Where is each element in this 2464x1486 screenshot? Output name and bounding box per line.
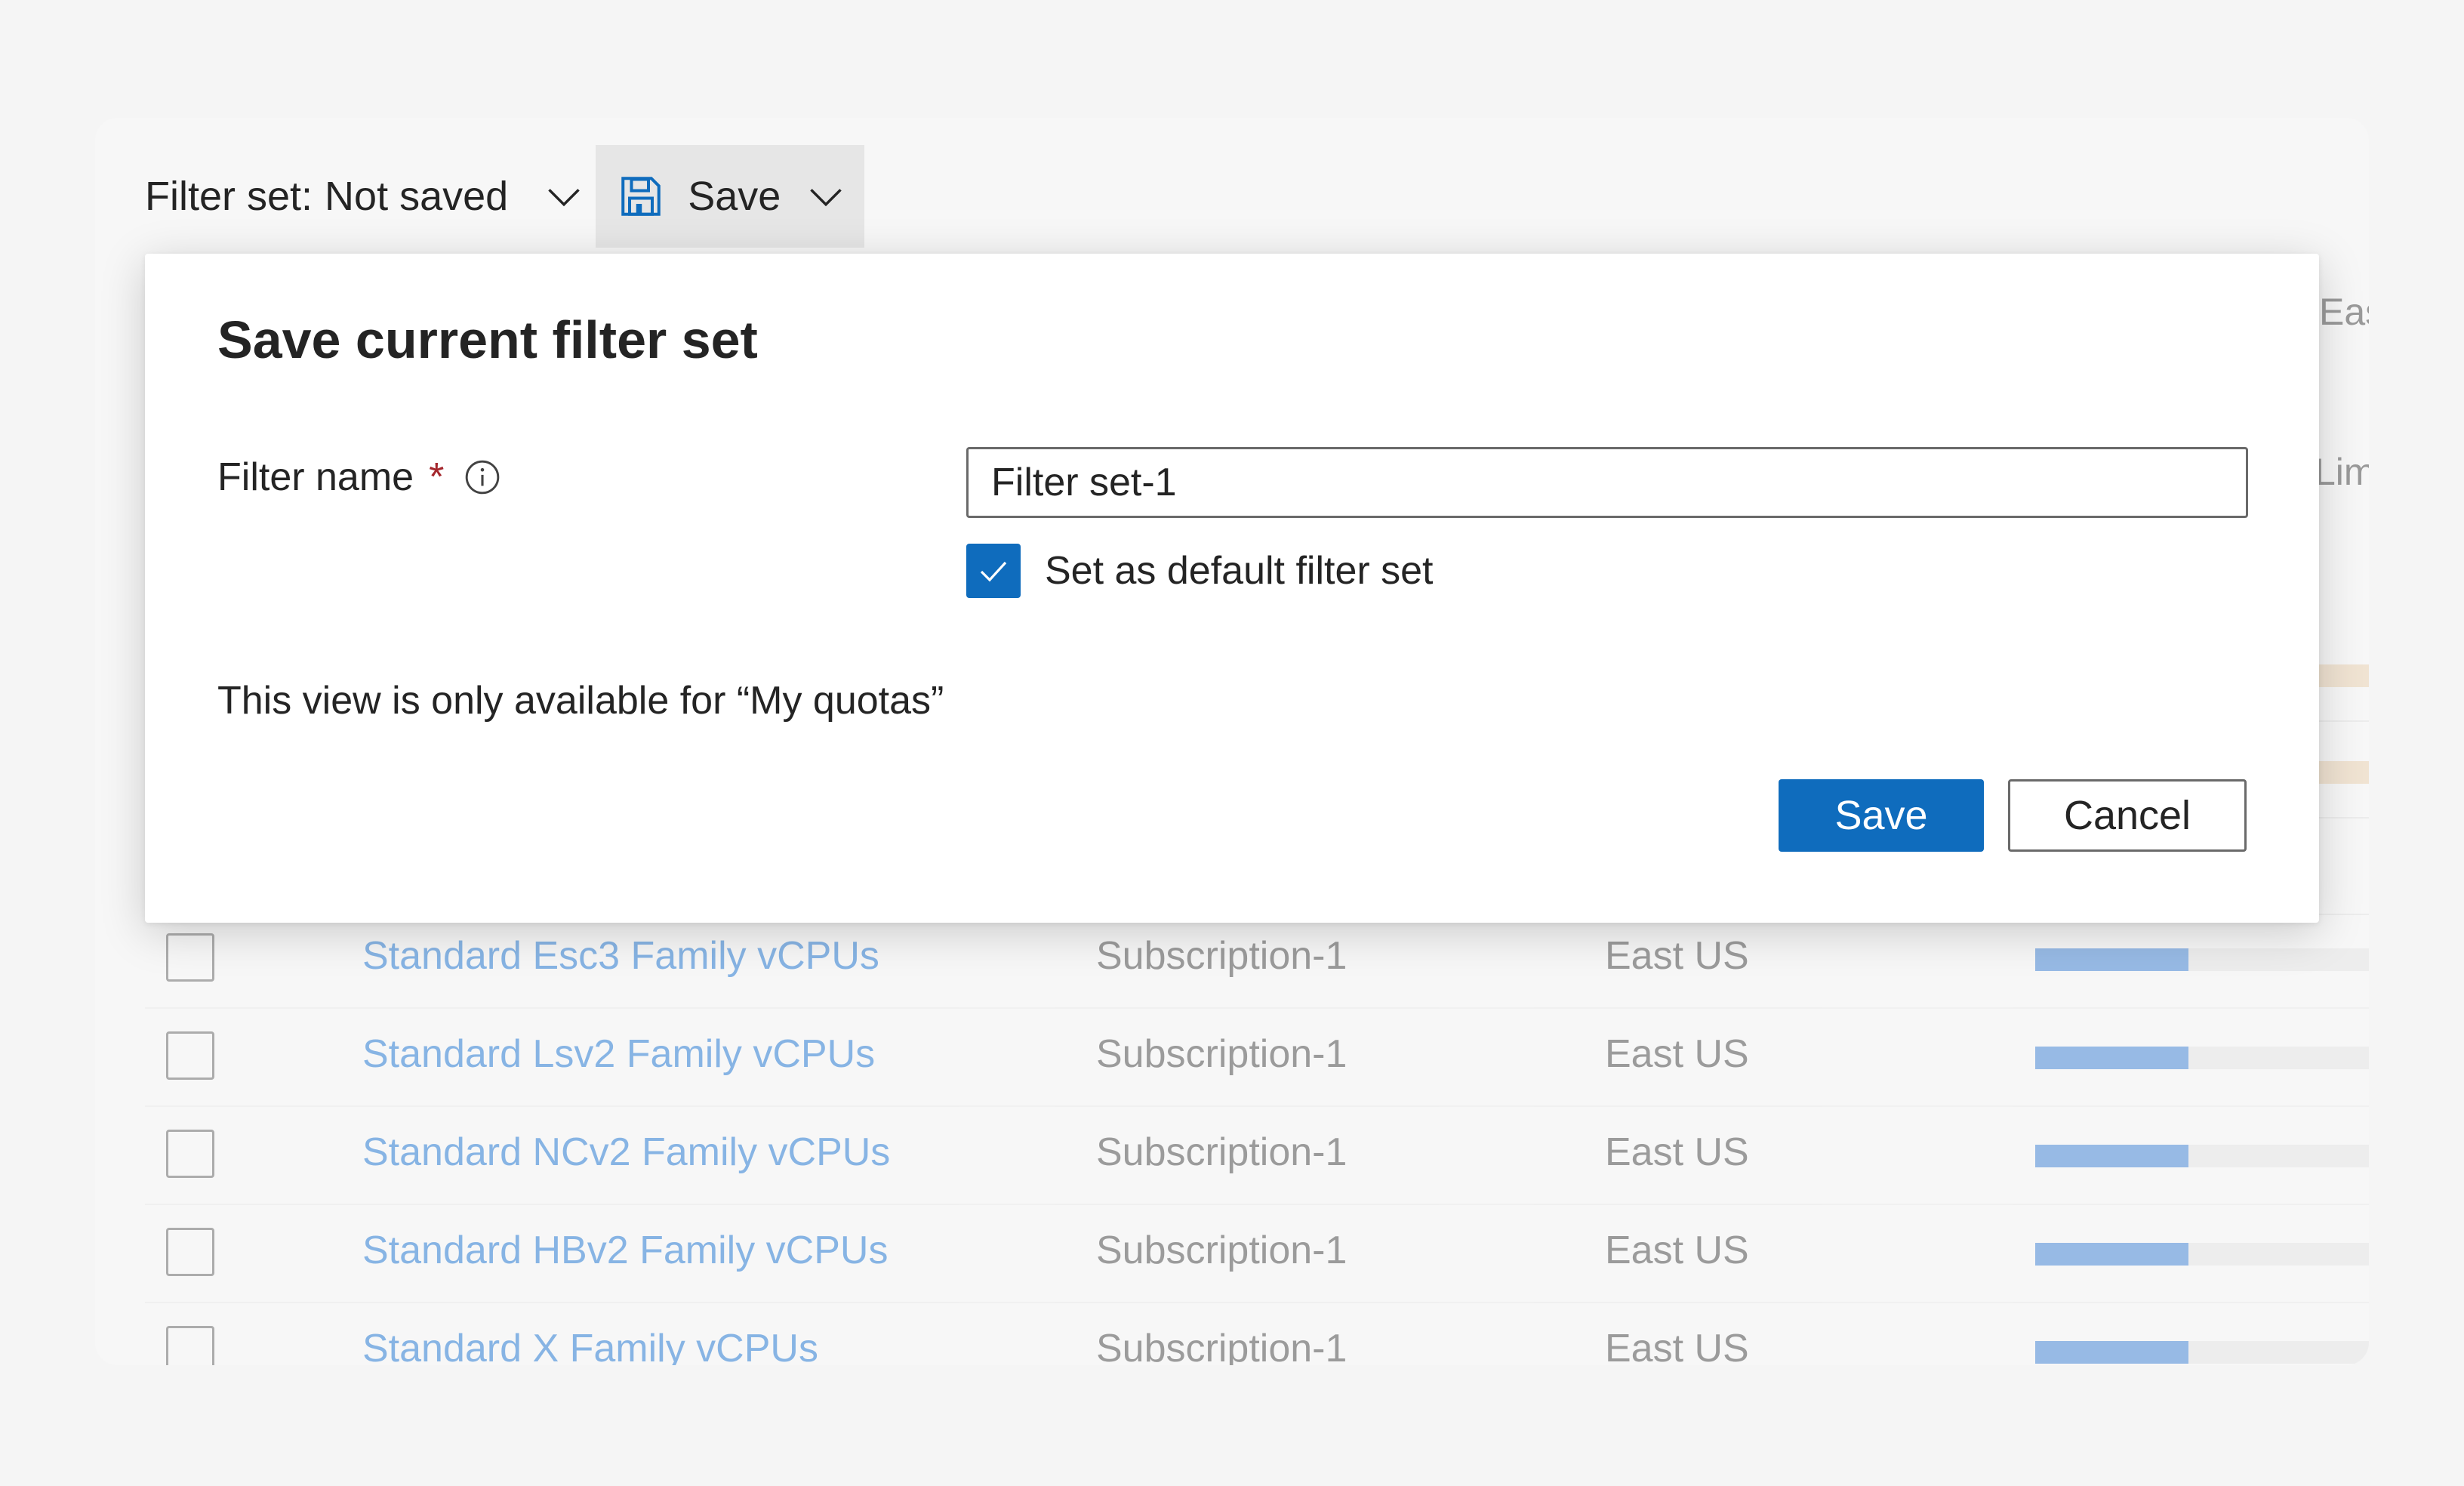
usage-bar-fill	[2035, 1145, 2189, 1167]
usage-bar	[2035, 1243, 2369, 1266]
chevron-down-icon	[548, 189, 580, 207]
subscription-cell: Subscription-1	[1096, 1229, 1348, 1272]
toolbar: Filter set: Not saved Save	[145, 145, 865, 248]
table-row[interactable]: Standard X Family vCPUs Subscription-1 E…	[145, 1303, 2369, 1365]
chevron-down-icon	[810, 189, 842, 207]
filter-name-label: Filter name *	[217, 455, 501, 500]
quota-name-link[interactable]: Standard Lsv2 Family vCPUs	[362, 1031, 875, 1077]
quota-name-link[interactable]: Standard NCv2 Family vCPUs	[362, 1130, 890, 1175]
required-asterisk: *	[429, 455, 445, 499]
row-checkbox[interactable]	[166, 1228, 214, 1276]
subscription-cell: Subscription-1	[1096, 1327, 1348, 1365]
row-checkbox[interactable]	[166, 1326, 214, 1365]
column-header-limit: Lim	[2315, 451, 2369, 493]
quota-name-link[interactable]: Standard HBv2 Family vCPUs	[362, 1228, 888, 1273]
region-cell: East US	[1605, 1130, 1749, 1174]
usage-bar	[2315, 761, 2369, 784]
availability-note: This view is only available for “My quot…	[217, 679, 944, 723]
usage-bar-fill	[2035, 1341, 2189, 1364]
usage-bar	[2035, 948, 2369, 971]
default-filter-checkbox-row[interactable]: Set as default filter set	[966, 544, 1434, 598]
info-icon[interactable]	[464, 458, 501, 496]
filter-set-value: Not saved	[325, 174, 509, 219]
region-cell: East US	[1605, 934, 1749, 978]
save-menu-label: Save	[688, 174, 781, 219]
filter-name-label-text: Filter name	[217, 455, 414, 499]
quota-table: Standard Esc3 Family vCPUs Subscription-…	[145, 911, 2369, 1365]
table-row[interactable]: Standard Lsv2 Family vCPUs Subscription-…	[145, 1009, 2369, 1107]
dialog-title: Save current filter set	[217, 310, 758, 369]
default-filter-checkbox[interactable]	[966, 544, 1021, 598]
cancel-button[interactable]: Cancel	[2008, 779, 2247, 852]
checkmark-icon	[980, 561, 1007, 582]
region-cell: East US	[1605, 1032, 1749, 1076]
quota-name-link[interactable]: Standard X Family vCPUs	[362, 1326, 818, 1365]
row-checkbox[interactable]	[166, 1031, 214, 1080]
usage-bar-fill	[2035, 1047, 2189, 1069]
region-cell: East US	[1605, 1229, 1749, 1272]
usage-bar	[2315, 664, 2369, 687]
quota-name-link[interactable]: Standard Esc3 Family vCPUs	[362, 933, 879, 979]
row-checkbox[interactable]	[166, 933, 214, 982]
save-filter-set-dialog: Save current filter set Filter name * Se…	[145, 254, 2319, 923]
row-checkbox[interactable]	[166, 1130, 214, 1178]
usage-bar	[2035, 1047, 2369, 1069]
usage-bar	[2035, 1341, 2369, 1364]
subscription-cell: Subscription-1	[1096, 1130, 1348, 1174]
subscription-cell: Subscription-1	[1096, 934, 1348, 978]
usage-bar-fill	[2035, 1243, 2189, 1266]
table-row[interactable]: Standard NCv2 Family vCPUs Subscription-…	[145, 1107, 2369, 1205]
table-row[interactable]: Standard Esc3 Family vCPUs Subscription-…	[145, 911, 2369, 1009]
filter-set-label: Filter set:	[145, 174, 313, 219]
usage-bar	[2035, 1145, 2369, 1167]
default-filter-checkbox-label: Set as default filter set	[1045, 549, 1434, 593]
table-row[interactable]: Standard HBv2 Family vCPUs Subscription-…	[145, 1205, 2369, 1303]
floppy-disk-icon	[621, 177, 661, 216]
region-cell: East US	[1605, 1327, 1749, 1365]
usage-bar-fill	[2035, 948, 2189, 971]
filter-set-dropdown[interactable]: Filter set: Not saved	[145, 145, 584, 248]
filter-name-input[interactable]	[966, 447, 2248, 518]
region-chip: Eas	[2319, 291, 2369, 333]
save-button[interactable]: Save	[1779, 779, 1984, 852]
save-menu-button[interactable]: Save	[596, 145, 865, 248]
subscription-cell: Subscription-1	[1096, 1032, 1348, 1076]
